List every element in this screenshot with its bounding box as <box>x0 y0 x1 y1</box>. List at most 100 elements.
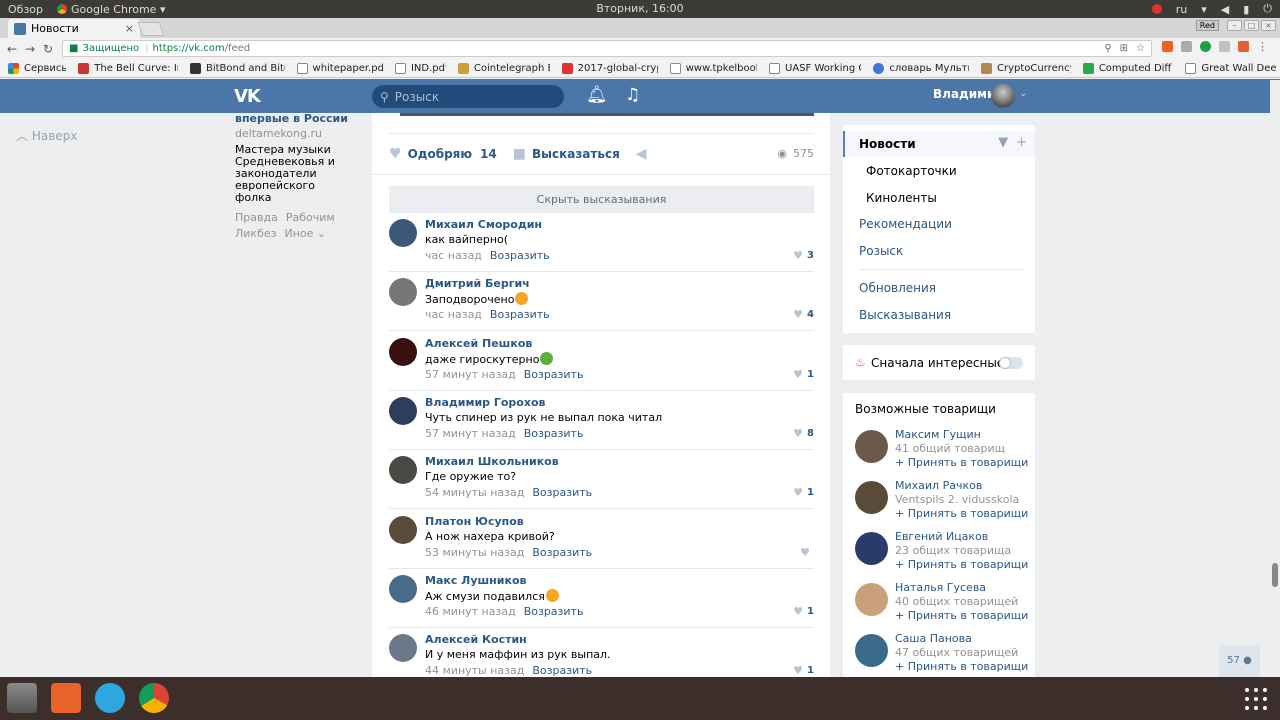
telegram-icon[interactable] <box>95 683 125 713</box>
avatar[interactable] <box>855 481 888 514</box>
interesting-toggle[interactable] <box>999 357 1023 369</box>
files-icon[interactable] <box>7 683 37 713</box>
extension-icon[interactable] <box>1219 41 1230 52</box>
menu-item-photos[interactable]: Фотокарточки <box>866 164 957 178</box>
comment-author[interactable]: Михаил Смородин <box>425 218 542 231</box>
comment-time[interactable]: час назад <box>425 249 482 262</box>
avatar[interactable] <box>389 456 417 485</box>
comment-time[interactable]: 44 минуты назад <box>425 664 524 677</box>
wifi-icon[interactable]: ▾ <box>1201 3 1207 16</box>
footer-link[interactable]: Ликбез <box>235 227 276 240</box>
bookmark-item[interactable]: Great Wall Deer <box>1185 62 1276 74</box>
comment-time[interactable]: 54 минуты назад <box>425 486 524 499</box>
tab-news[interactable]: Новости × <box>8 19 140 38</box>
avatar[interactable] <box>389 515 417 544</box>
new-tab-button[interactable] <box>137 22 165 36</box>
like-button[interactable]: ♥ Одобряю 14 <box>389 146 497 162</box>
bookmark-item[interactable]: BitBond and Bitc <box>189 62 285 74</box>
comment-time[interactable]: 53 минуты назад <box>425 546 524 559</box>
comment-button[interactable]: ■ Высказаться <box>513 146 620 162</box>
translate-icon[interactable]: ⊞ <box>1120 43 1128 54</box>
bookmark-item[interactable]: Cointelegraph B <box>457 62 550 74</box>
avatar[interactable] <box>855 532 888 565</box>
back-to-top-button[interactable]: ︿ Наверх <box>16 127 77 144</box>
software-center-icon[interactable] <box>51 683 81 713</box>
language-indicator[interactable]: ru <box>1176 3 1188 16</box>
comment-author[interactable]: Платон Юсупов <box>425 515 524 528</box>
bookmark-star-icon[interactable]: ☆ <box>1136 43 1145 54</box>
notifications-bell-icon[interactable]: 🔔︎ <box>586 85 608 105</box>
menu-item-recommendations[interactable]: Рекомендации <box>859 217 952 231</box>
chrome-menu-icon[interactable]: ⋮ <box>1257 41 1268 52</box>
bookmark-item[interactable]: 2017-global-cryp <box>561 62 658 74</box>
avatar[interactable] <box>991 84 1015 108</box>
comment-time[interactable]: 57 минут назад <box>425 427 516 440</box>
profile-badge[interactable]: Red <box>1195 20 1219 31</box>
comment-author[interactable]: Владимир Горохов <box>425 396 545 409</box>
page-scrollbar[interactable] <box>1270 80 1280 677</box>
bookmark-item[interactable]: www.tpkelbook <box>669 62 757 74</box>
reply-button[interactable]: Возразить <box>524 368 584 381</box>
bookmark-item[interactable]: CryptoCurrency <box>981 62 1071 74</box>
bookmark-item[interactable]: The Bell Curve: In <box>78 62 178 74</box>
plus-icon[interactable]: + <box>1016 135 1027 150</box>
extension-icon[interactable] <box>1162 41 1173 52</box>
add-friend-button[interactable]: + Принять в товарищи <box>895 456 1028 469</box>
filter-icon[interactable]: ▼ <box>998 135 1008 150</box>
reply-button[interactable]: Возразить <box>524 605 584 618</box>
menu-item-news[interactable]: Новости ▼ + <box>843 131 1035 157</box>
friend-name[interactable]: Михаил Рачков <box>895 479 982 492</box>
vk-logo[interactable]: VK <box>234 86 261 107</box>
comment-author[interactable]: Михаил Школьников <box>425 455 559 468</box>
comment-like-button[interactable]: ♥ 4 <box>793 308 814 321</box>
avatar[interactable] <box>389 278 417 307</box>
add-friend-button[interactable]: + Принять в товарищи <box>895 660 1028 673</box>
add-friend-button[interactable]: + Принять в товарищи <box>895 609 1028 622</box>
reply-button[interactable]: Возразить <box>532 486 592 499</box>
bookmark-item[interactable]: Computed Diff - <box>1082 62 1173 74</box>
footer-link-more[interactable]: Иное ⌄ <box>284 227 326 240</box>
footer-link[interactable]: Правда <box>235 211 278 224</box>
zoom-icon[interactable]: ⚲ <box>1104 43 1111 54</box>
extension-icon[interactable] <box>1238 41 1249 52</box>
bookmark-item[interactable]: UASF Working G <box>769 62 861 74</box>
extension-icon[interactable] <box>1200 41 1211 52</box>
comment-author[interactable]: Макс Лушников <box>425 574 526 587</box>
menu-item-comments[interactable]: Высказывания <box>859 308 951 322</box>
close-window-button[interactable]: × <box>1261 20 1276 31</box>
friend-name[interactable]: Максим Гущин <box>895 428 981 441</box>
volume-icon[interactable]: ◀ <box>1221 3 1229 16</box>
avatar[interactable] <box>389 337 417 366</box>
comment-like-button[interactable]: ♥ 1 <box>793 605 814 618</box>
scrollbar-thumb[interactable] <box>1272 563 1278 587</box>
comment-time[interactable]: 46 минут назад <box>425 605 516 618</box>
address-bar[interactable]: ■ Защищено | https://vk.com /feed ⚲ ⊞ ☆ <box>62 40 1152 57</box>
back-arrow-icon[interactable]: ← <box>6 42 18 56</box>
comment-like-button[interactable]: ♥ 1 <box>793 486 814 499</box>
friend-name[interactable]: Наталья Гусева <box>895 581 986 594</box>
reply-button[interactable]: Возразить <box>532 546 592 559</box>
reply-button[interactable]: Возразить <box>490 308 550 321</box>
avatar[interactable] <box>855 634 888 667</box>
extension-icon[interactable] <box>1181 41 1192 52</box>
avatar[interactable] <box>389 219 417 247</box>
add-friend-button[interactable]: + Принять в товарищи <box>895 558 1028 571</box>
avatar[interactable] <box>389 396 417 425</box>
reply-button[interactable]: Возразить <box>490 249 550 262</box>
battery-icon[interactable]: ▮ <box>1243 3 1249 16</box>
menu-item-videos[interactable]: Киноленты <box>866 191 937 205</box>
minimize-button[interactable]: – <box>1227 20 1242 31</box>
comment-like-button[interactable]: ♥ 1 <box>793 664 814 677</box>
menu-item-updates[interactable]: Обновления <box>859 281 936 295</box>
chevron-down-icon[interactable]: ⌄ <box>1019 88 1027 99</box>
bookmark-item[interactable]: Сервисы <box>8 62 66 74</box>
friend-name[interactable]: Саша Панова <box>895 632 972 645</box>
comment-author[interactable]: Алексей Пешков <box>425 337 532 350</box>
tab-close-icon[interactable]: × <box>125 22 134 35</box>
comment-like-button[interactable]: ♥ 3 <box>793 249 814 262</box>
avatar[interactable] <box>855 430 888 463</box>
bookmark-item[interactable]: whitepaper.pdf <box>296 62 383 74</box>
music-icon[interactable]: ♫ <box>625 85 640 105</box>
online-friends-counter[interactable]: 57 ● <box>1219 645 1260 677</box>
comment-author[interactable]: Дмитрий Бергич <box>425 277 530 290</box>
